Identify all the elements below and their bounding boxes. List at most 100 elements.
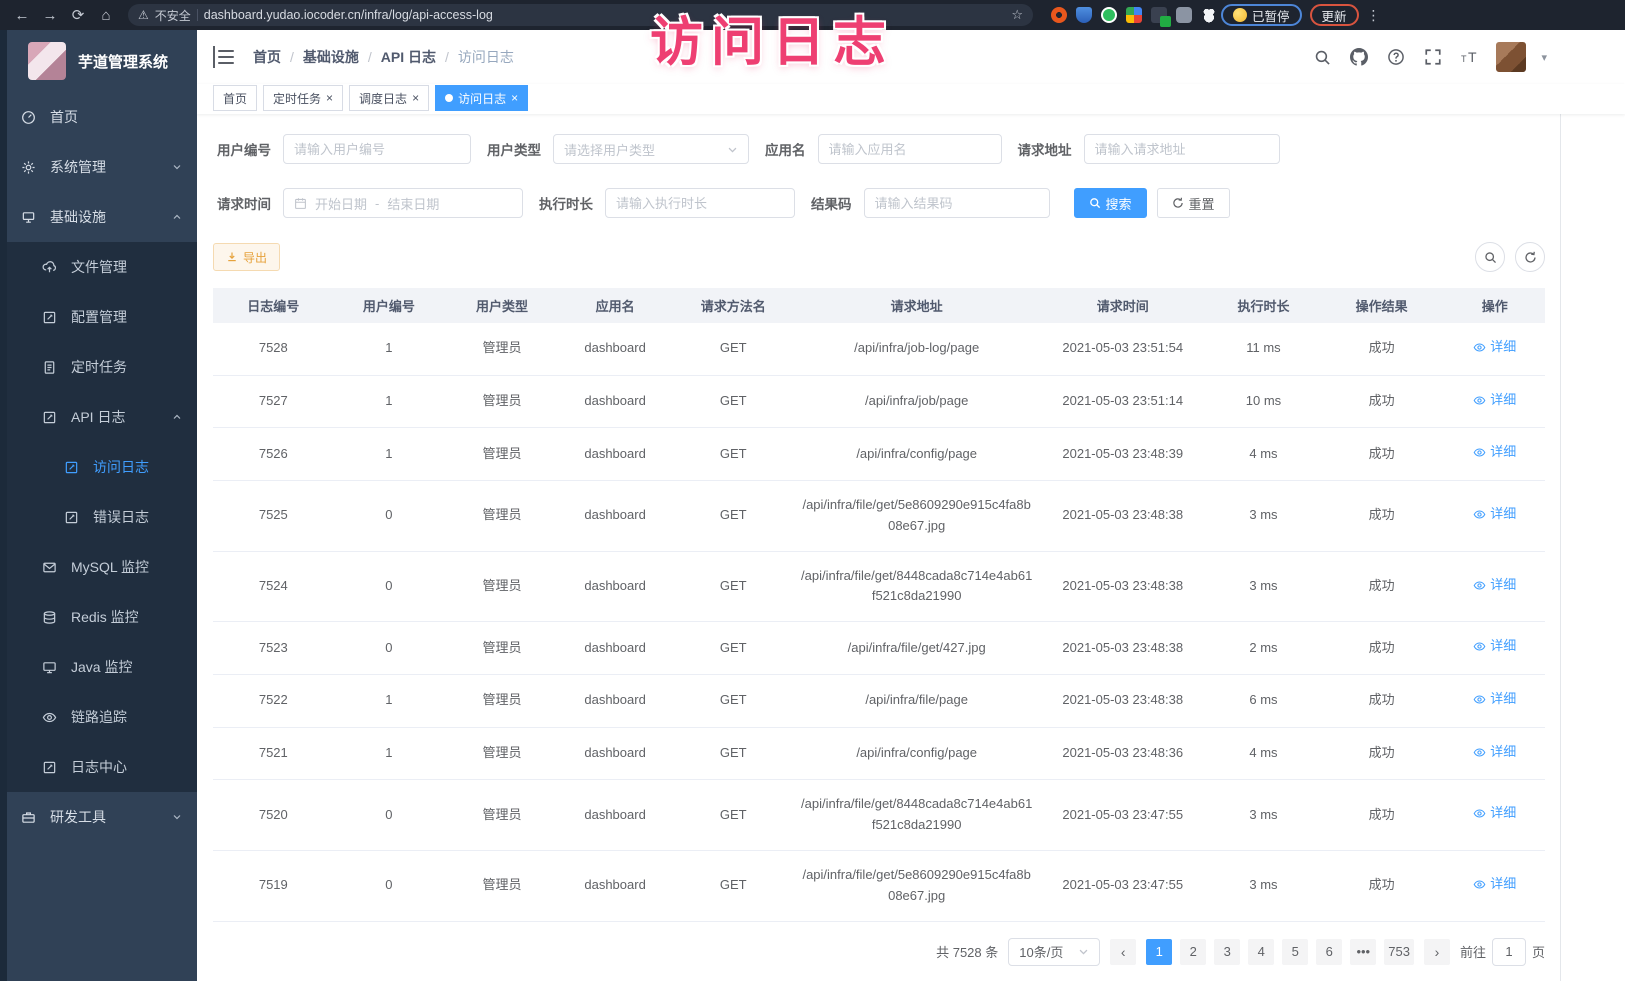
goto-page-input[interactable] bbox=[1492, 938, 1526, 966]
sidebar-item-error-log[interactable]: 错误日志 bbox=[0, 492, 197, 542]
sidebar-item-access-log[interactable]: 访问日志 bbox=[0, 442, 197, 492]
fullscreen-icon[interactable] bbox=[1422, 46, 1444, 68]
sidebar-item-log-center[interactable]: 日志中心 bbox=[0, 742, 197, 792]
browser-back-icon[interactable]: ← bbox=[10, 4, 34, 26]
page-button[interactable]: 3 bbox=[1214, 939, 1240, 965]
tab-label: 定时任务 bbox=[273, 90, 321, 107]
extension-grid-icon[interactable] bbox=[1126, 7, 1142, 23]
user-avatar[interactable] bbox=[1496, 42, 1526, 72]
extension-orange-icon[interactable] bbox=[1051, 7, 1067, 23]
sidebar-item-home[interactable]: 首页 bbox=[0, 92, 197, 142]
extension-badge-icon[interactable] bbox=[1151, 7, 1167, 23]
sidebar-item-file-manage[interactable]: 文件管理 bbox=[0, 242, 197, 292]
collapse-sidebar-icon[interactable] bbox=[213, 46, 235, 68]
sidebar-item-mysql[interactable]: MySQL 监控 bbox=[0, 542, 197, 592]
detail-link[interactable]: 详细 bbox=[1473, 742, 1516, 763]
detail-link[interactable]: 详细 bbox=[1473, 874, 1516, 895]
view-tab[interactable]: 定时任务 × bbox=[263, 85, 343, 111]
profile-paused-pill[interactable]: 已暂停 bbox=[1221, 4, 1302, 26]
chevron-down-icon bbox=[171, 161, 183, 173]
help-icon[interactable] bbox=[1385, 46, 1407, 68]
search-button[interactable]: 搜索 bbox=[1074, 188, 1147, 218]
reset-button[interactable]: 重置 bbox=[1157, 188, 1230, 218]
page-size-select[interactable]: 10条/页 bbox=[1008, 938, 1100, 966]
toggle-search-button[interactable] bbox=[1475, 242, 1505, 272]
address-bar[interactable]: ⚠ 不安全 dashboard.yudao.iocoder.cn/infra/l… bbox=[128, 4, 1033, 26]
breadcrumb-link[interactable]: 访问日志 bbox=[458, 47, 514, 67]
cell-duration: 4 ms bbox=[1208, 428, 1319, 481]
browser-menu-dots-icon[interactable]: ⋮ bbox=[1367, 7, 1381, 24]
security-label[interactable]: 不安全 bbox=[155, 7, 191, 24]
breadcrumb-link[interactable]: API 日志 bbox=[381, 47, 436, 67]
close-icon[interactable]: × bbox=[326, 91, 333, 105]
result-code-input[interactable] bbox=[864, 188, 1050, 218]
date-range-picker[interactable]: 开始日期 - 结束日期 bbox=[283, 188, 523, 218]
view-tab[interactable]: 调度日志 × bbox=[349, 85, 429, 111]
detail-link[interactable]: 详细 bbox=[1473, 337, 1516, 358]
extension-shield-icon[interactable] bbox=[1076, 7, 1092, 23]
extension-green-icon[interactable] bbox=[1101, 7, 1117, 23]
cell-duration: 6 ms bbox=[1208, 674, 1319, 727]
sidebar-item-api-log[interactable]: API 日志 bbox=[0, 392, 197, 442]
bookmark-star-icon[interactable]: ☆ bbox=[1011, 7, 1023, 23]
detail-link[interactable]: 详细 bbox=[1473, 636, 1516, 657]
view-tab[interactable]: 访问日志 × bbox=[435, 85, 528, 111]
extension-gray-icon[interactable] bbox=[1176, 7, 1192, 23]
url-text[interactable]: dashboard.yudao.iocoder.cn/infra/log/api… bbox=[204, 8, 1006, 22]
next-page-button[interactable]: › bbox=[1424, 939, 1450, 965]
export-button[interactable]: 导出 bbox=[213, 243, 280, 271]
duration-input[interactable] bbox=[605, 188, 795, 218]
cell-user-type: 管理员 bbox=[444, 551, 560, 622]
cell-user-id: 0 bbox=[334, 551, 445, 622]
request-url-input[interactable] bbox=[1084, 134, 1280, 164]
font-size-icon[interactable]: TT bbox=[1459, 46, 1481, 68]
page-button[interactable]: 6 bbox=[1316, 939, 1342, 965]
toolbox-icon bbox=[21, 810, 36, 825]
update-button[interactable]: 更新 bbox=[1310, 4, 1359, 26]
page-button[interactable]: 5 bbox=[1282, 939, 1308, 965]
sidebar-item-trace[interactable]: 链路追踪 bbox=[0, 692, 197, 742]
user-type-select[interactable]: 请选择用户类型 bbox=[553, 134, 749, 164]
sidebar-item-job[interactable]: 定时任务 bbox=[0, 342, 197, 392]
close-icon[interactable]: × bbox=[511, 91, 518, 105]
breadcrumb-link[interactable]: 基础设施 bbox=[303, 47, 359, 67]
sidebar-item-redis[interactable]: Redis 监控 bbox=[0, 592, 197, 642]
page-numbers: 1 2 3 4 5 6 ••• 753 bbox=[1146, 939, 1414, 965]
sidebar-item-config-manage[interactable]: 配置管理 bbox=[0, 292, 197, 342]
tab-label: 首页 bbox=[223, 90, 247, 107]
app-name-input[interactable] bbox=[818, 134, 1002, 164]
page-button[interactable]: 2 bbox=[1180, 939, 1206, 965]
detail-link[interactable]: 详细 bbox=[1473, 803, 1516, 824]
page-button[interactable]: 753 bbox=[1384, 939, 1414, 965]
sidebar-item-system[interactable]: 系统管理 bbox=[0, 142, 197, 192]
sidebar-item-java[interactable]: Java 监控 bbox=[0, 642, 197, 692]
detail-link[interactable]: 详细 bbox=[1473, 390, 1516, 411]
task-doc-icon bbox=[42, 360, 57, 375]
user-id-input[interactable] bbox=[283, 134, 471, 164]
browser-reload-icon[interactable]: ⟳ bbox=[66, 4, 90, 26]
cell-request-url: /api/infra/file/get/5e8609290e915c4fa8b0… bbox=[796, 850, 1037, 921]
eye-icon bbox=[1473, 807, 1486, 820]
breadcrumb-link[interactable]: 首页 bbox=[253, 47, 281, 67]
sidebar-item-infra[interactable]: 基础设施 bbox=[0, 192, 197, 242]
browser-forward-icon[interactable]: → bbox=[38, 4, 62, 26]
view-tab[interactable]: 首页 bbox=[213, 85, 257, 111]
search-icon[interactable] bbox=[1311, 46, 1333, 68]
github-icon[interactable] bbox=[1348, 46, 1370, 68]
detail-link[interactable]: 详细 bbox=[1473, 575, 1516, 596]
browser-home-icon[interactable]: ⌂ bbox=[94, 4, 118, 26]
sidebar-item-devtools[interactable]: 研发工具 bbox=[0, 792, 197, 842]
refresh-table-button[interactable] bbox=[1515, 242, 1545, 272]
page-button[interactable]: 1 bbox=[1146, 939, 1172, 965]
detail-link[interactable]: 详细 bbox=[1473, 504, 1516, 525]
avatar-caret-icon[interactable]: ▾ bbox=[1541, 51, 1547, 64]
prev-page-button[interactable]: ‹ bbox=[1110, 939, 1136, 965]
extension-paw-icon[interactable] bbox=[1201, 7, 1217, 23]
close-icon[interactable]: × bbox=[412, 91, 419, 105]
detail-link[interactable]: 详细 bbox=[1473, 442, 1516, 463]
page-button[interactable]: ••• bbox=[1350, 939, 1376, 965]
app-logo[interactable]: 芋道管理系统 bbox=[0, 30, 197, 92]
detail-link[interactable]: 详细 bbox=[1473, 689, 1516, 710]
page-button[interactable]: 4 bbox=[1248, 939, 1274, 965]
date-separator: - bbox=[375, 196, 379, 211]
